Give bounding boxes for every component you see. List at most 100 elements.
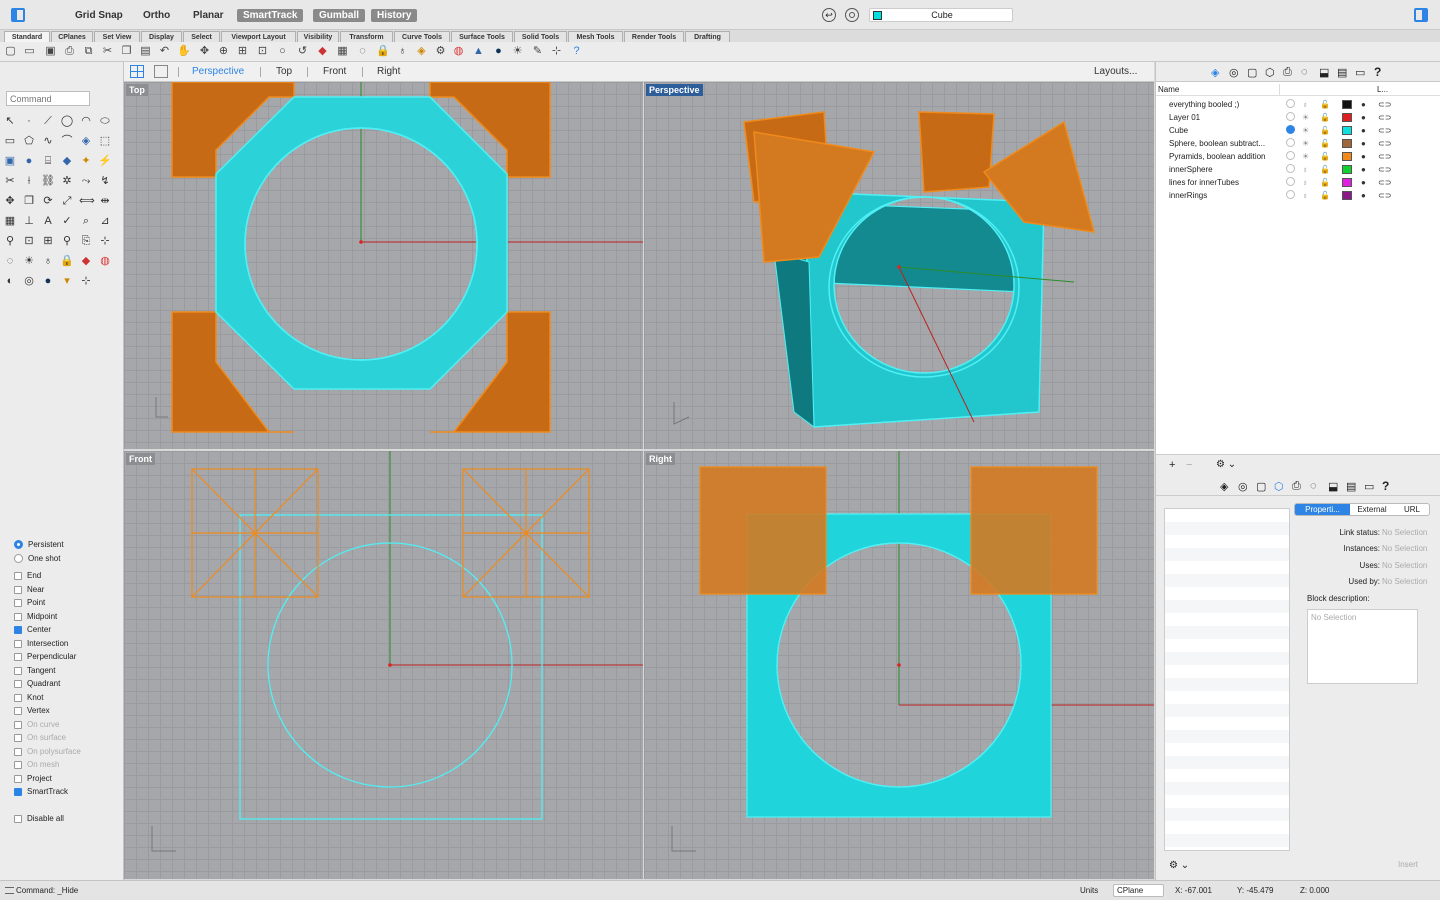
check-tool-icon[interactable]: ✓ (60, 214, 74, 228)
named-views-tab-icon[interactable]: ⬓ (1328, 480, 1338, 493)
fillet-tool-icon[interactable]: ⌒ (60, 134, 74, 148)
polyline-tool-icon[interactable]: ⟋ (41, 114, 55, 128)
zoom-window-tool-icon[interactable]: ⊡ (22, 234, 36, 248)
text-tool-icon[interactable]: A (41, 214, 55, 228)
layers-tab-icon[interactable]: ◈ (1211, 66, 1219, 79)
save-icon[interactable]: ▣ (44, 45, 57, 58)
visibility-bulb-icon[interactable]: ♁ (1302, 189, 1308, 202)
cut-icon[interactable]: ✂ (101, 45, 114, 58)
viewport-label-right[interactable]: Right (646, 453, 675, 465)
viewport-front[interactable]: Front (124, 451, 643, 879)
osnap-center[interactable]: Center (14, 624, 51, 636)
tab-front[interactable]: Front (323, 66, 346, 78)
osnap-end[interactable]: End (14, 570, 41, 582)
checkbox[interactable] (14, 693, 22, 702)
osnap-vertex[interactable]: Vertex (14, 705, 50, 717)
osnap-tangent[interactable]: Tangent (14, 665, 55, 677)
tab-display[interactable]: Display (141, 31, 182, 42)
materials-tab-icon[interactable]: ◎ (1238, 480, 1248, 493)
block-list[interactable] (1164, 508, 1290, 851)
tab-standard[interactable]: Standard (4, 31, 50, 42)
named-cplane-icon[interactable]: ⊹ (550, 45, 563, 58)
layer-row[interactable]: Sphere, boolean subtract... ☀ 🔓 ● ⊂⊃ (1156, 137, 1440, 150)
block-tab-icon[interactable]: ⬡ (1274, 480, 1284, 493)
tab-transform[interactable]: Transform (340, 31, 393, 42)
current-layer-radio[interactable] (1286, 190, 1295, 199)
tab-mesh-tools[interactable]: Mesh Tools (568, 31, 623, 42)
layer-color-swatch[interactable] (1342, 178, 1352, 187)
plan-view-tool-icon[interactable]: ⊹ (98, 234, 112, 248)
osnap-disable-all[interactable]: Disable all (14, 813, 64, 825)
tab-drafting[interactable]: Drafting (685, 31, 730, 42)
paste-icon[interactable]: ▤ (139, 45, 152, 58)
layer-color-swatch[interactable] (1342, 126, 1352, 135)
radio-icon[interactable] (14, 554, 23, 564)
units-button[interactable]: Units (1080, 881, 1098, 900)
zoom-extents-icon[interactable]: ⊡ (256, 45, 269, 58)
ellipse-tool-icon[interactable]: ⬭ (98, 114, 112, 128)
move-tool-icon[interactable]: ✥ (3, 194, 17, 208)
copy-icon[interactable]: ❐ (120, 45, 133, 58)
osnap-perpendicular[interactable]: Perpendicular (14, 651, 76, 663)
lock-tool-icon[interactable]: 🔒 (60, 254, 74, 268)
tab-external[interactable]: External (1351, 504, 1393, 515)
texture-tool-icon[interactable]: ▾ (60, 274, 74, 288)
box-tool-icon[interactable]: ▣ (3, 154, 17, 168)
fillet-edge-tool-icon[interactable]: ⚡ (98, 154, 112, 168)
point-tool-icon[interactable]: · (22, 114, 36, 128)
material-tool-icon[interactable]: ● (41, 274, 55, 288)
color-tool-icon[interactable]: ◍ (98, 254, 112, 268)
osnap-one-shot[interactable]: One shot (14, 553, 60, 565)
linetype-icon[interactable]: ⊂⊃ (1378, 150, 1391, 163)
checkbox[interactable] (14, 720, 22, 729)
viewport-top[interactable]: Top (124, 82, 643, 449)
linetype-icon[interactable]: ⊂⊃ (1378, 176, 1391, 189)
osnap-intersection[interactable]: Intersection (14, 638, 68, 650)
array-tool-icon[interactable]: ▦ (3, 214, 17, 228)
car-icon[interactable]: ◆ (316, 45, 329, 58)
single-viewport-icon[interactable] (154, 65, 168, 78)
mesh-tool-icon[interactable]: ◆ (60, 154, 74, 168)
layer-row[interactable]: innerRings ♁ 🔓 ● ⊂⊃ (1156, 189, 1440, 202)
rebuild-tool-icon[interactable]: ↯ (98, 174, 112, 188)
checkbox[interactable] (14, 652, 22, 661)
grid-snap-toggle[interactable]: Grid Snap (75, 9, 123, 22)
osnap-knot[interactable]: Knot (14, 692, 43, 704)
boolean-tool-icon[interactable]: ✦ (79, 154, 93, 168)
monitor-tab-icon[interactable]: ▭ (1364, 480, 1374, 493)
tab-url[interactable]: URL (1395, 504, 1429, 515)
pan-icon[interactable]: ✋ (177, 45, 191, 58)
select-tool-icon[interactable]: ↖ (3, 114, 17, 128)
current-layer-radio[interactable] (1286, 99, 1295, 108)
properties-icon[interactable]: ⚙ (434, 45, 447, 58)
extrude-tool-icon[interactable]: ⬚ (98, 134, 112, 148)
osnap-point[interactable]: Point (14, 597, 45, 609)
named-cplanes-tab-icon[interactable]: ▤ (1346, 480, 1356, 493)
column-name[interactable]: Name (1158, 85, 1179, 94)
lock-icon[interactable]: 🔓 (1320, 98, 1330, 111)
tab-surface-tools[interactable]: Surface Tools (451, 31, 513, 42)
tab-visibility[interactable]: Visibility (297, 31, 339, 42)
copy-tool-icon[interactable]: ❐ (22, 194, 36, 208)
hide-tool-icon[interactable]: ◌ (3, 254, 17, 268)
named-view-tool-icon[interactable]: ⎘ (79, 234, 93, 248)
osnap-on-polysurface[interactable]: On polysurface (14, 746, 81, 758)
checkbox[interactable] (14, 706, 22, 715)
checkbox[interactable] (14, 571, 22, 580)
checkbox[interactable] (14, 639, 22, 648)
tab-select[interactable]: Select (183, 31, 220, 42)
dimension-tool-icon[interactable]: ⇹ (98, 194, 112, 208)
lock-icon[interactable]: 🔒 (376, 45, 390, 58)
analyze-tool-icon[interactable]: ⌕ (79, 214, 93, 228)
checkbox[interactable] (14, 625, 22, 634)
osnap-project[interactable]: Project (14, 773, 52, 785)
materials-tab-icon[interactable]: ◎ (1229, 66, 1239, 79)
display-tab-icon[interactable]: ◌ (1310, 480, 1317, 492)
scale-tool-icon[interactable]: ⤢ (60, 194, 74, 208)
osnap-on-mesh[interactable]: On mesh (14, 759, 59, 771)
lock-icon[interactable]: 🔓 (1320, 124, 1330, 137)
render-tool-icon[interactable]: ◐ (3, 274, 17, 288)
command-history-icon[interactable] (5, 887, 14, 894)
zoom-extents-tool-icon[interactable]: ⊞ (41, 234, 55, 248)
layer-row[interactable]: Layer 01 ☀ 🔓 ● ⊂⊃ (1156, 111, 1440, 124)
